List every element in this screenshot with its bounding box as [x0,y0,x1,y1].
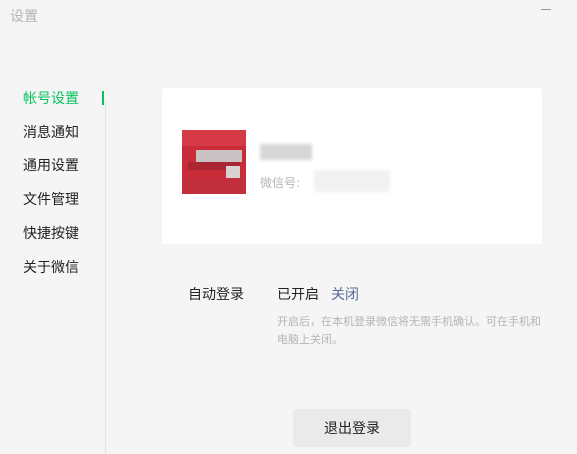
sidebar-divider [105,100,106,454]
avatar[interactable] [182,130,246,194]
sidebar-item-label: 通用设置 [23,158,79,174]
nickname-redacted [260,144,312,160]
sidebar-item-label: 关于微信 [23,260,79,276]
minimize-button[interactable] [538,2,554,18]
sidebar-item-about[interactable]: 关于微信 [0,253,106,281]
auto-login-off-link[interactable]: 关闭 [331,284,359,304]
auto-login-status: 已开启 [277,287,319,303]
sidebar-item-label: 帐号设置 [23,91,79,107]
active-indicator [102,91,104,105]
sidebar-item-file-management[interactable]: 文件管理 [0,185,106,213]
sidebar-item-notifications[interactable]: 消息通知 [0,118,106,146]
sidebar-item-account-settings[interactable]: 帐号设置 [0,84,106,112]
sidebar-item-general-settings[interactable]: 通用设置 [0,151,106,179]
sidebar-item-label: 快捷按键 [23,226,79,242]
auto-login-label: 自动登录 [188,287,244,303]
logout-button[interactable]: 退出登录 [293,409,411,447]
wechat-id-redacted [314,170,390,192]
sidebar: 帐号设置 消息通知 通用设置 文件管理 快捷按键 关于微信 [0,84,106,454]
sidebar-item-shortcuts[interactable]: 快捷按键 [0,219,106,247]
minimize-icon [541,9,551,10]
sidebar-item-label: 消息通知 [23,125,79,141]
account-card: 微信号: [162,88,542,244]
window-title: 设置 [10,9,38,25]
auto-login-description: 开启后，在本机登录微信将无需手机确认。可在手机和电脑上关闭。 [277,315,541,346]
sidebar-item-label: 文件管理 [23,192,79,208]
wechat-id-label: 微信号: [260,176,301,190]
